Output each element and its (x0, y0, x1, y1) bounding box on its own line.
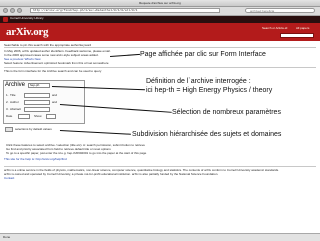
row-operator[interactable]: and (52, 100, 57, 104)
form-intro: This is the form interface for the Archi… (4, 69, 102, 73)
submit-button[interactable] (5, 127, 13, 132)
annotation-parameters: Sélection de nombreux paramètres (172, 109, 281, 117)
divider (4, 47, 316, 48)
date-label: Date (6, 114, 13, 118)
archive-select-value: hep-ph (30, 83, 40, 87)
submit-hint: selections by default values (15, 127, 52, 131)
institution-bar: Cornell University Library (0, 16, 320, 23)
divider (4, 166, 316, 167)
row-number: 3. (6, 107, 9, 111)
annotation-arrow (59, 130, 131, 135)
annotation-definition-2: ici hep-th = High Energy Physics / theor… (146, 87, 273, 95)
cornell-logo-icon (3, 17, 8, 22)
show-label: Show (34, 114, 42, 118)
status-text: Done (3, 235, 11, 239)
header-link-search[interactable]: Search or Article-id (262, 26, 287, 30)
field-label-abstract: Abstract (10, 107, 22, 111)
annotation-subdivision: Subdivision hiérarchisée des sujets et d… (132, 131, 282, 139)
institution-name: Cornell University Library (10, 16, 44, 20)
annotation-form-interface: Page affichée par clic sur Form Interfac… (140, 51, 266, 59)
address-bar[interactable]: http://arxiv.org/find/hep-ph/1/au:+Kalan… (30, 8, 220, 13)
header-link-all-papers[interactable]: All papers (296, 26, 309, 30)
date-select[interactable] (18, 114, 30, 119)
abstract-input[interactable] (24, 107, 50, 112)
help-line-3: To go to a specific paper, just enter th… (6, 151, 147, 155)
back-icon[interactable] (3, 8, 8, 13)
help-line-4[interactable]: This site for the help is: http://arxiv.… (4, 157, 67, 161)
header-search-input[interactable] (280, 33, 314, 38)
archive-select[interactable]: hep-ph (28, 83, 50, 88)
row-number: 2. (6, 100, 9, 104)
row-operator[interactable]: and (52, 93, 57, 97)
footer-line-2: arXiv is owned and operated by Cornell U… (4, 172, 219, 176)
author-input[interactable] (24, 100, 50, 105)
form-title: Archive (5, 82, 26, 88)
field-label-title: Title (10, 93, 16, 97)
annotation-definition-1: Définition de l`archive interrogée : (146, 78, 251, 86)
forward-icon[interactable] (10, 8, 15, 13)
site-header: arXiv.org Search or Article-id All paper… (0, 23, 320, 41)
divider (4, 67, 316, 68)
window-titlebar: Requete d'archive sur arXiv.org (0, 0, 320, 7)
title-input[interactable] (24, 93, 50, 98)
notice-line-4: Select feature: Advertisement optimized … (4, 61, 109, 65)
field-label-author: Author (10, 100, 19, 104)
show-select[interactable] (46, 114, 56, 119)
window-title: Requete d'archive sur arXiv.org (139, 1, 181, 5)
reload-icon[interactable] (17, 8, 22, 13)
footer-contact-link[interactable]: Contact (4, 176, 14, 180)
row-number: 1. (6, 93, 9, 97)
arxiv-logo[interactable]: arXiv.org (6, 26, 49, 38)
browser-toolbar: http://arxiv.org/find/hep-ph/1/au:+Kalan… (0, 7, 320, 16)
browser-search-input[interactable]: archived beneficia (245, 8, 315, 13)
